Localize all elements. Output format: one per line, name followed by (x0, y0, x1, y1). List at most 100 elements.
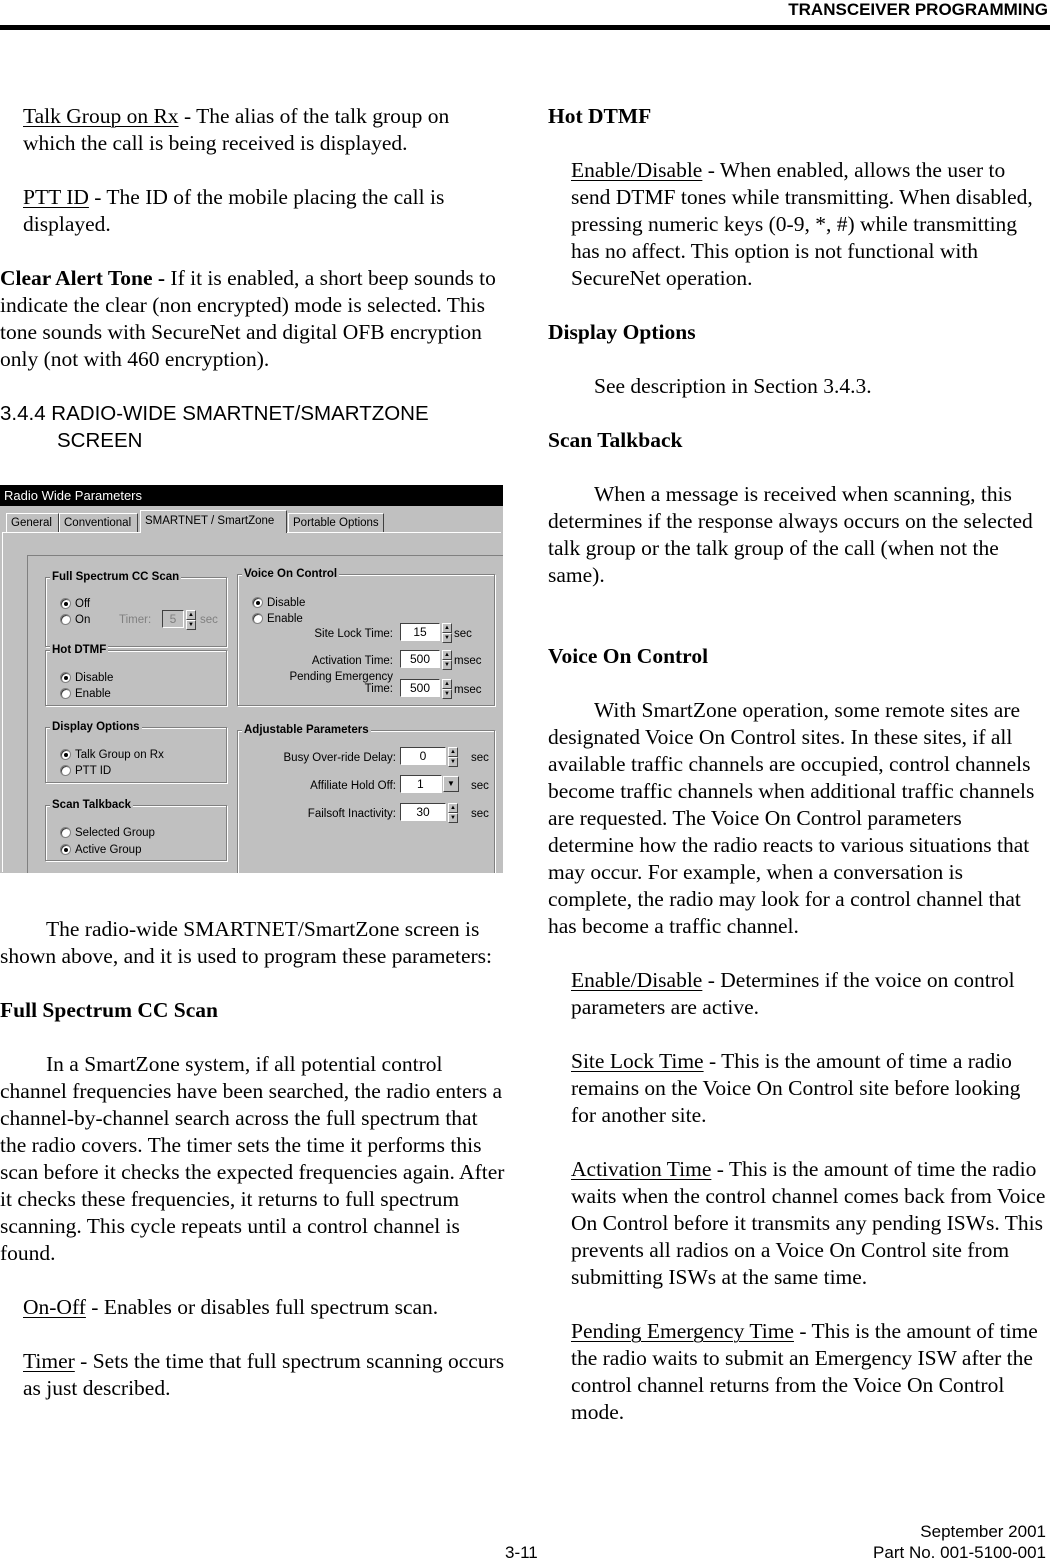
spin-down-icon[interactable]: ▼ (442, 660, 452, 670)
spin-up-icon[interactable]: ▲ (442, 679, 452, 689)
pending-emergency-field[interactable]: 500 (400, 679, 440, 697)
adjustable-parameters-label: Adjustable Parameters (242, 723, 371, 737)
pending-emergency-label-line2: Time: (364, 683, 393, 695)
site-lock-spin-buttons[interactable]: ▲ ▼ (442, 623, 452, 643)
scan-talkback-paragraph: When a message is received when scanning… (548, 482, 1033, 587)
timer-unit: sec (200, 614, 218, 626)
spin-up-icon[interactable]: ▲ (442, 623, 452, 633)
section-heading: 3.4.4 RADIO-WIDE SMARTNET/SMARTZONE SCRE… (0, 400, 505, 454)
display-talk-group-radio[interactable]: Talk Group on Rx (60, 747, 164, 762)
timer-label: Timer: (119, 614, 152, 626)
scan-active-group-radio[interactable]: Active Group (60, 842, 141, 857)
hot-dtmf-term: Enable/Disable (571, 158, 703, 182)
activation-field[interactable]: 500 (400, 650, 440, 668)
clear-alert-term: Clear Alert Tone - (0, 266, 166, 290)
affiliate-hold-off-field[interactable]: 1 (400, 775, 442, 793)
clear-alert-paragraph: Clear Alert Tone - If it is enabled, a s… (0, 265, 505, 373)
pending-emergency-term: Pending Emergency Time (571, 1319, 794, 1343)
adjustable-parameters-group: Adjustable Parameters Busy Over-ride Del… (237, 723, 495, 873)
display-options-label: Display Options (50, 720, 142, 734)
full-spectrum-label: Full Spectrum CC Scan (50, 570, 182, 584)
full-spectrum-off-radio[interactable]: Off (60, 596, 90, 611)
full-spectrum-on-radio[interactable]: On (60, 612, 90, 627)
site-lock-paragraph: Site Lock Time - This is the amount of t… (548, 1048, 1050, 1129)
affiliate-hold-off-unit: sec (471, 780, 489, 792)
spin-down-icon[interactable]: ▼ (442, 689, 452, 699)
dropdown-arrow-icon[interactable]: ▼ (443, 776, 459, 792)
timer-spinner[interactable]: 5 ▲ ▼ (162, 610, 196, 630)
pending-emergency-unit: msec (454, 684, 482, 696)
activation-term: Activation Time (571, 1157, 712, 1181)
busy-override-spinner[interactable]: 0 ▲ ▼ (400, 747, 458, 767)
radio-unselected-icon (60, 688, 71, 699)
footer-page-number: 3-11 (505, 1543, 538, 1562)
radio-unselected-icon (252, 613, 263, 624)
activation-spinner[interactable]: 500 ▲ ▼ (400, 650, 452, 670)
display-ptt-id-radio[interactable]: PTT ID (60, 763, 111, 778)
spin-down-icon[interactable]: ▼ (448, 757, 458, 767)
hot-dtmf-enable-radio[interactable]: Enable (60, 686, 111, 701)
pending-emergency-spin-buttons[interactable]: ▲ ▼ (442, 679, 452, 699)
busy-override-field[interactable]: 0 (400, 747, 446, 765)
pending-emergency-paragraph: Pending Emergency Time - This is the amo… (548, 1318, 1050, 1426)
busy-override-spin-buttons[interactable]: ▲ ▼ (448, 747, 458, 767)
ptt-id-paragraph: PTT ID - The ID of the mobile placing th… (0, 184, 505, 238)
hot-dtmf-heading: Hot DTMF (548, 104, 652, 128)
voc-enable-paragraph: Enable/Disable - Determines if the voice… (548, 967, 1050, 1021)
timer-field[interactable]: 5 (162, 610, 184, 628)
scan-talkback-heading: Scan Talkback (548, 428, 683, 452)
left-column-lower: The radio-wide SMARTNET/SmartZone screen… (0, 916, 505, 1402)
scan-selected-group-radio[interactable]: Selected Group (60, 825, 155, 840)
failsoft-inactivity-spin-buttons[interactable]: ▲ ▼ (448, 803, 458, 823)
spin-down-icon[interactable]: ▼ (442, 633, 452, 643)
failsoft-inactivity-spinner[interactable]: 30 ▲ ▼ (400, 803, 458, 823)
voc-enable-term: Enable/Disable (571, 968, 703, 992)
spin-up-icon[interactable]: ▲ (442, 650, 452, 660)
voc-disable-radio[interactable]: Disable (252, 595, 305, 610)
voc-enable-radio[interactable]: Enable (252, 611, 303, 626)
display-options-paragraph: See description in Section 3.4.3. (594, 374, 872, 398)
footer-date: September 2001 (920, 1522, 1046, 1541)
failsoft-inactivity-field[interactable]: 30 (400, 803, 446, 821)
pending-emergency-spinner[interactable]: 500 ▲ ▼ (400, 679, 452, 699)
hot-dtmf-label: Hot DTMF (50, 643, 109, 657)
section-heading-line1: 3.4.4 RADIO-WIDE SMARTNET/SMARTZONE (0, 402, 429, 425)
full-spectrum-group: Full Spectrum CC Scan Off On Timer: 5 ▲ ▼… (45, 570, 227, 647)
site-lock-spinner[interactable]: 15 ▲ ▼ (400, 623, 452, 643)
display-options-group: Display Options Talk Group on Rx PTT ID (45, 720, 227, 783)
spin-up-icon[interactable]: ▲ (186, 610, 196, 620)
busy-override-unit: sec (471, 752, 489, 764)
voice-on-control-label: Voice On Control (242, 567, 340, 581)
tab-smartnet-smartzone[interactable]: SMARTNET / SmartZone (140, 510, 287, 533)
affiliate-hold-off-combo[interactable]: 1 ▼ (400, 775, 459, 793)
timer-term: Timer (23, 1349, 75, 1373)
scan-talkback-label: Scan Talkback (50, 798, 134, 812)
tab-conventional[interactable]: Conventional (59, 513, 138, 532)
fscc-paragraph: In a SmartZone system, if all potential … (0, 1052, 505, 1265)
site-lock-field[interactable]: 15 (400, 623, 440, 641)
spin-up-icon[interactable]: ▲ (448, 803, 458, 813)
tab-portable-options[interactable]: Portable Options (288, 513, 384, 532)
on-off-desc: - Enables or disables full spectrum scan… (85, 1295, 439, 1319)
affiliate-hold-off-label: Affiliate Hold Off: (310, 780, 396, 792)
talk-group-paragraph: Talk Group on Rx - The alias of the talk… (0, 103, 505, 157)
activation-spin-buttons[interactable]: ▲ ▼ (442, 650, 452, 670)
failsoft-inactivity-label: Failsoft Inactivity: (307, 808, 396, 820)
spin-down-icon[interactable]: ▼ (448, 813, 458, 823)
site-lock-term: Site Lock Time (571, 1049, 704, 1073)
right-column: Hot DTMF Enable/Disable - When enabled, … (548, 103, 1050, 1426)
activation-unit: msec (454, 655, 482, 667)
site-lock-unit: sec (454, 628, 472, 640)
on-off-term: On-Off (23, 1295, 86, 1319)
display-options-heading: Display Options (548, 320, 696, 344)
busy-override-label: Busy Over-ride Delay: (283, 752, 396, 764)
spin-up-icon[interactable]: ▲ (448, 747, 458, 757)
hot-dtmf-disable-radio[interactable]: Disable (60, 670, 113, 685)
scan-talkback-group: Scan Talkback Selected Group Active Grou… (45, 798, 227, 861)
spin-down-icon[interactable]: ▼ (186, 620, 196, 630)
tab-general[interactable]: General (6, 513, 59, 532)
fscc-heading: Full Spectrum CC Scan (0, 998, 218, 1022)
radio-selected-icon (60, 844, 71, 855)
on-off-paragraph: On-Off - Enables or disables full spectr… (0, 1294, 505, 1321)
timer-spin-buttons[interactable]: ▲ ▼ (186, 610, 196, 630)
